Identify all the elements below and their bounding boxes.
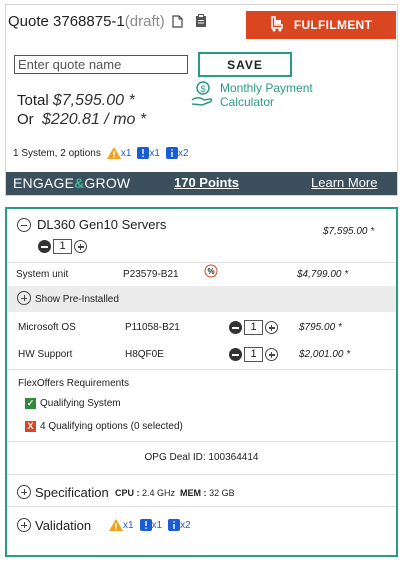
- validation-row[interactable]: Validation x1 x1 x2: [7, 506, 396, 546]
- option-sku: P11058-B21: [125, 322, 180, 333]
- fulfilment-button[interactable]: FULFILMENT: [246, 11, 396, 39]
- system-unit-label: System unit: [16, 269, 69, 280]
- error-icon: [139, 519, 152, 531]
- expand-icon[interactable]: [17, 518, 31, 532]
- monthly-calc-line2: Calculator: [220, 95, 275, 109]
- increment-icon[interactable]: [74, 240, 87, 254]
- check-icon: ✓: [25, 398, 36, 409]
- increment-icon[interactable]: [265, 348, 278, 362]
- error-alert[interactable]: x1: [139, 519, 162, 531]
- info-alert[interactable]: x2: [168, 519, 191, 531]
- increment-icon[interactable]: [265, 321, 278, 335]
- validation-alerts: x1 x1 x2: [109, 519, 191, 531]
- qty-input[interactable]: 1: [53, 239, 72, 255]
- flexoffers-title: FlexOffers Requirements: [18, 378, 129, 389]
- qty-input[interactable]: 1: [244, 347, 263, 363]
- money-hand-icon: $: [190, 81, 216, 112]
- warning-icon: [109, 519, 123, 531]
- decrement-icon[interactable]: [38, 240, 51, 254]
- or-label: Or: [17, 111, 34, 128]
- error-icon: [137, 147, 150, 159]
- error-alert[interactable]: x1: [137, 147, 160, 159]
- total-label: Total: [17, 92, 49, 109]
- option-price: $795.00 *: [299, 322, 342, 333]
- info-alert[interactable]: x2: [165, 147, 189, 159]
- product-qty-stepper: 1: [38, 238, 87, 256]
- show-preinstalled-row[interactable]: Show Pre-Installed: [7, 286, 396, 312]
- svg-text:$: $: [200, 84, 205, 94]
- monthly-value: $220.81 / mo *: [42, 111, 147, 128]
- system-unit-sku: P23579-B21: [123, 269, 179, 280]
- quote-header: Quote 3768875-1(draft): [8, 13, 207, 32]
- validation-label[interactable]: Validation: [35, 518, 91, 533]
- option-price: $2,001.00 *: [299, 349, 351, 360]
- fulfilment-icon: [270, 15, 284, 35]
- product-detail-card: DL360 Gen10 Servers $7,595.00 * 1 System…: [5, 207, 398, 557]
- system-unit-row: System unit P23579-B21 % $4,799.00 *: [7, 262, 396, 286]
- decrement-icon[interactable]: [229, 321, 242, 335]
- option-qty-stepper: 1: [229, 346, 278, 364]
- qualifying-system: ✓ Qualifying System: [25, 398, 121, 410]
- collapse-icon[interactable]: [17, 218, 31, 232]
- opg-deal-row: OPG Deal ID: 100364414: [7, 441, 396, 471]
- document-icon[interactable]: [172, 15, 183, 32]
- specification-row[interactable]: Specification CPU : 2.4 GHz MEM : 32 GB: [7, 474, 396, 506]
- quote-card: Quote 3768875-1(draft) FULFILMENT SAVE T…: [5, 4, 398, 196]
- info-icon: [168, 519, 181, 531]
- opg-deal-id: OPG Deal ID: 100364414: [144, 452, 259, 463]
- total-value: $7,595.00 *: [52, 92, 135, 109]
- quote-name-input[interactable]: [14, 55, 188, 74]
- show-preinstalled-label[interactable]: Show Pre-Installed: [35, 294, 119, 305]
- engage-grow-bar: ENGAGE&GROW 170 Points Learn More: [6, 172, 397, 195]
- option-label: HW Support: [18, 349, 73, 360]
- specification-label[interactable]: Specification: [35, 485, 109, 500]
- x-icon: X: [25, 421, 36, 432]
- spec-summary: CPU : 2.4 GHz MEM : 32 GB: [115, 488, 235, 498]
- quote-totals: Total $7,595.00 * Or $220.81 / mo *: [17, 91, 146, 129]
- option-label: Microsoft OS: [18, 322, 76, 333]
- engage-grow-logo: ENGAGE&GROW: [13, 175, 131, 191]
- quote-summary: 1 System, 2 options x1 x1 x2: [13, 147, 189, 159]
- draft-label: (draft): [124, 13, 165, 30]
- expand-icon[interactable]: [17, 291, 31, 305]
- option-row: Microsoft OS P11058-B21 1 $795.00 *: [7, 315, 396, 341]
- option-qty-stepper: 1: [229, 319, 278, 337]
- learn-more-link[interactable]: Learn More: [311, 175, 377, 190]
- qty-input[interactable]: 1: [244, 320, 263, 336]
- save-button[interactable]: SAVE: [198, 52, 292, 77]
- fulfilment-label: FULFILMENT: [293, 18, 373, 32]
- flexoffers-section: FlexOffers Requirements ✓ Qualifying Syst…: [7, 369, 396, 436]
- summary-text: 1 System, 2 options: [13, 147, 101, 159]
- decrement-icon[interactable]: [229, 348, 242, 362]
- points-link[interactable]: 170 Points: [174, 175, 239, 190]
- quote-number: Quote 3768875-1: [8, 13, 125, 30]
- monthly-payment-calculator-link[interactable]: $ Monthly Payment Calculator: [190, 81, 313, 112]
- product-title: DL360 Gen10 Servers: [37, 217, 167, 232]
- monthly-calc-line1: Monthly Payment: [220, 81, 313, 95]
- qualifying-options: X4 Qualifying options (0 selected): [25, 421, 183, 432]
- clipboard-icon[interactable]: [195, 14, 207, 32]
- warning-alert[interactable]: x1: [109, 519, 134, 531]
- svg-text:%: %: [207, 267, 214, 276]
- percent-icon[interactable]: %: [204, 264, 218, 283]
- warning-icon: [106, 147, 121, 159]
- product-title-row: DL360 Gen10 Servers $7,595.00 * 1: [7, 215, 396, 265]
- option-row: HW Support H8QF0E 1 $2,001.00 *: [7, 342, 396, 368]
- info-icon: [165, 147, 178, 159]
- expand-icon[interactable]: [17, 485, 31, 499]
- warning-alert[interactable]: x1: [106, 147, 131, 159]
- system-unit-price: $4,799.00 *: [297, 269, 349, 280]
- product-price: $7,595.00 *: [323, 226, 375, 237]
- option-sku: H8QF0E: [125, 349, 164, 360]
